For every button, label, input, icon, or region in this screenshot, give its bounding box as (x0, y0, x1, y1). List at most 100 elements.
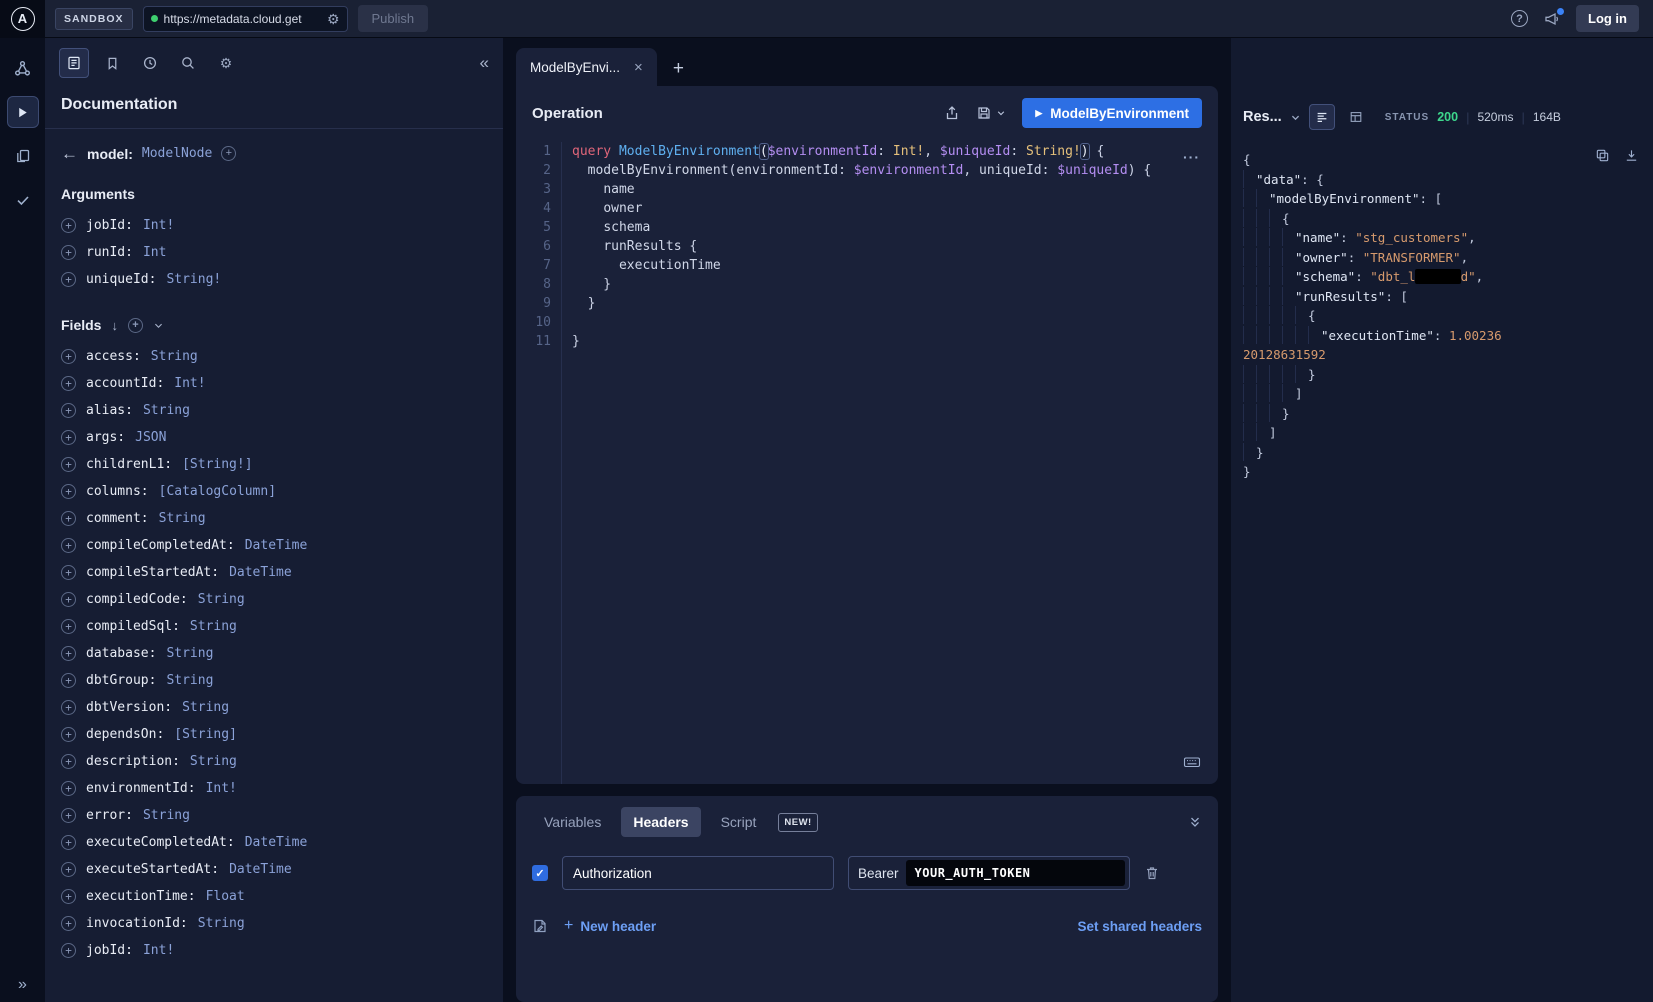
add-to-query-icon[interactable]: + (61, 592, 76, 607)
header-enabled-checkbox[interactable]: ✓ (532, 865, 548, 881)
add-to-query-icon[interactable]: + (61, 835, 76, 850)
field-type[interactable]: String (182, 700, 229, 715)
field-type[interactable]: Int! (206, 781, 237, 796)
field-type[interactable]: String (151, 349, 198, 364)
add-to-query-icon[interactable]: + (61, 376, 76, 391)
sort-fields-icon[interactable]: ↓ (111, 318, 118, 333)
code-line[interactable]: executionTime (572, 256, 1218, 275)
response-json[interactable]: {"data": {"modelByEnvironment": [{"name"… (1243, 150, 1505, 482)
tab-headers[interactable]: Headers (621, 807, 700, 837)
add-to-query-icon[interactable]: + (61, 862, 76, 877)
field-type[interactable]: String (143, 808, 190, 823)
rail-checklist-icon[interactable] (7, 184, 39, 216)
field-row[interactable]: +compileCompletedAt:DateTime (61, 532, 487, 559)
add-to-query-icon[interactable]: + (61, 889, 76, 904)
field-type[interactable]: Int (143, 245, 166, 260)
add-to-query-icon[interactable]: + (61, 484, 76, 499)
field-row[interactable]: +dbtGroup:String (61, 667, 487, 694)
field-row[interactable]: +comment:String (61, 505, 487, 532)
copy-response-icon[interactable] (1595, 148, 1610, 163)
field-type[interactable]: String (198, 592, 245, 607)
share-icon[interactable] (944, 105, 960, 121)
delete-header-icon[interactable] (1144, 865, 1160, 881)
apollo-logo[interactable]: A (0, 0, 45, 38)
add-type-icon[interactable]: + (221, 146, 236, 161)
field-type[interactable]: String (166, 673, 213, 688)
field-row[interactable]: +compileStartedAt:DateTime (61, 559, 487, 586)
field-row[interactable]: +database:String (61, 640, 487, 667)
field-row[interactable]: +uniqueId:String! (61, 266, 487, 293)
field-row[interactable]: +error:String (61, 802, 487, 829)
collapse-docs-icon[interactable]: « (480, 53, 489, 73)
search-icon[interactable] (173, 48, 203, 78)
field-row[interactable]: +dbtVersion:String (61, 694, 487, 721)
add-to-query-icon[interactable]: + (61, 403, 76, 418)
rail-operations-icon[interactable] (7, 140, 39, 172)
field-row[interactable]: +executeStartedAt:DateTime (61, 856, 487, 883)
collapse-request-panel-icon[interactable] (1188, 815, 1202, 829)
field-row[interactable]: +alias:String (61, 397, 487, 424)
rail-explorer-icon[interactable] (7, 96, 39, 128)
add-to-query-icon[interactable]: + (61, 781, 76, 796)
field-type[interactable]: JSON (135, 430, 166, 445)
field-row[interactable]: +executionTime:Float (61, 883, 487, 910)
publish-button[interactable]: Publish (358, 5, 429, 32)
code-line[interactable]: } (572, 294, 1218, 313)
add-to-query-icon[interactable]: + (61, 349, 76, 364)
add-to-query-icon[interactable]: + (61, 430, 76, 445)
env-variables-icon[interactable] (532, 918, 548, 934)
field-row[interactable]: +accountId:Int! (61, 370, 487, 397)
close-tab-icon[interactable]: × (634, 60, 643, 75)
save-icon[interactable] (976, 105, 1006, 121)
field-row[interactable]: +compiledSql:String (61, 613, 487, 640)
field-type[interactable]: DateTime (245, 835, 308, 850)
add-all-fields-icon[interactable]: + (128, 318, 143, 333)
field-type[interactable]: DateTime (229, 565, 292, 580)
code-line[interactable]: name (572, 180, 1218, 199)
add-to-query-icon[interactable]: + (61, 700, 76, 715)
field-row[interactable]: +executeCompletedAt:DateTime (61, 829, 487, 856)
tab-variables[interactable]: Variables (532, 807, 613, 837)
response-title[interactable]: Res... (1243, 109, 1282, 125)
set-shared-headers-link[interactable]: Set shared headers (1077, 919, 1202, 934)
field-row[interactable]: +environmentId:Int! (61, 775, 487, 802)
rail-schema-icon[interactable] (7, 52, 39, 84)
query-editor[interactable]: 1234567891011 query ModelByEnvironment($… (516, 136, 1218, 784)
code-line[interactable]: query ModelByEnvironment($environmentId:… (572, 142, 1218, 161)
field-type[interactable]: DateTime (229, 862, 292, 877)
field-type[interactable]: Int! (174, 376, 205, 391)
documentation-tab-icon[interactable] (59, 48, 89, 78)
field-row[interactable]: +childrenL1:[String!] (61, 451, 487, 478)
field-row[interactable]: +runId:Int (61, 239, 487, 266)
field-row[interactable]: +columns:[CatalogColumn] (61, 478, 487, 505)
field-type[interactable]: String (190, 619, 237, 634)
expand-rail-icon[interactable]: » (0, 976, 45, 994)
code-line[interactable] (572, 313, 1218, 332)
field-type[interactable]: Float (206, 889, 245, 904)
code-line[interactable]: } (572, 275, 1218, 294)
response-dropdown-icon[interactable] (1290, 112, 1301, 123)
endpoint-settings-icon[interactable]: ⚙ (327, 12, 340, 26)
field-row[interactable]: +jobId:Int! (61, 937, 487, 964)
field-type[interactable]: String (159, 511, 206, 526)
add-to-query-icon[interactable]: + (61, 916, 76, 931)
auth-token-value[interactable]: YOUR_AUTH_TOKEN (906, 860, 1125, 886)
tab-script[interactable]: Script (709, 807, 769, 837)
field-type[interactable]: String (166, 646, 213, 661)
breadcrumb-type[interactable]: ModelNode (142, 146, 212, 161)
keyboard-shortcuts-icon[interactable] (1182, 754, 1202, 770)
back-icon[interactable]: ← (61, 145, 78, 162)
code-line[interactable]: } (572, 332, 1218, 351)
field-type[interactable]: Int! (143, 943, 174, 958)
add-to-query-icon[interactable]: + (61, 619, 76, 634)
add-to-query-icon[interactable]: + (61, 727, 76, 742)
field-row[interactable]: +invocationId:String (61, 910, 487, 937)
code-area[interactable]: query ModelByEnvironment($environmentId:… (562, 142, 1218, 784)
add-to-query-icon[interactable]: + (61, 538, 76, 553)
download-response-icon[interactable] (1624, 148, 1639, 163)
code-line[interactable]: schema (572, 218, 1218, 237)
field-type[interactable]: String! (166, 272, 221, 287)
field-row[interactable]: +compiledCode:String (61, 586, 487, 613)
header-value-input[interactable]: Bearer YOUR_AUTH_TOKEN (848, 856, 1130, 890)
field-type[interactable]: [String!] (182, 457, 252, 472)
